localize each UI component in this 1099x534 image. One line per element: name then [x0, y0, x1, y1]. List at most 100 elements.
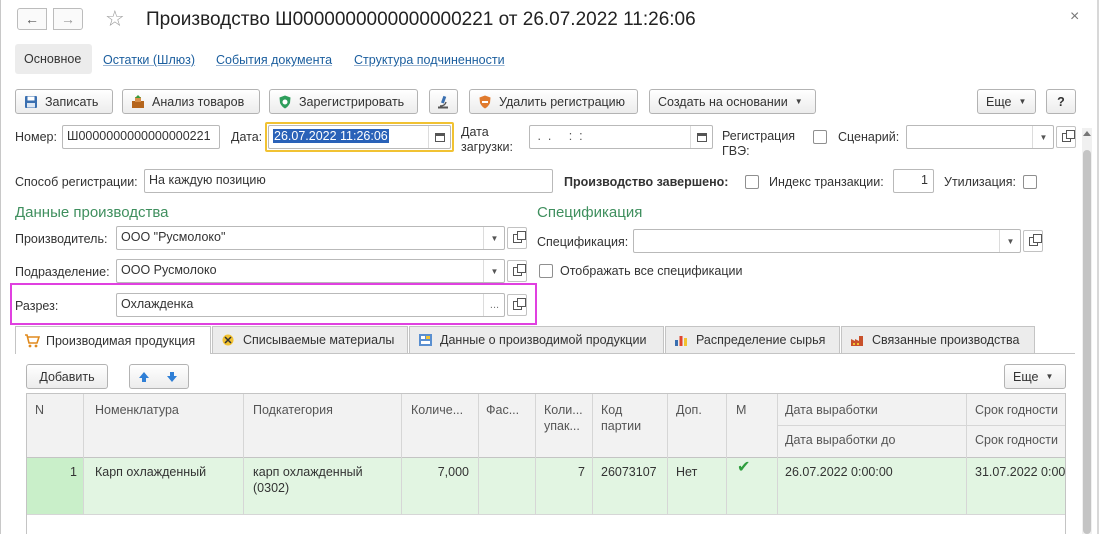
shopping-cart-icon: [24, 333, 41, 348]
col-divider: [478, 394, 479, 514]
show-all-specifications-checkbox[interactable]: [539, 264, 553, 278]
specification-field[interactable]: ▼: [633, 229, 1021, 253]
cut-field[interactable]: Охлажденка ...: [116, 293, 505, 317]
col-header-n[interactable]: N: [35, 402, 44, 418]
favorite-star-icon[interactable]: ☆: [105, 6, 125, 32]
transaction-index-field[interactable]: 1: [893, 169, 934, 193]
arrow-up-icon: [139, 372, 149, 382]
arrow-left-icon: ←: [25, 11, 39, 27]
producer-value: ООО "Русмолоко": [121, 230, 226, 244]
specification-open-button[interactable]: [1023, 230, 1043, 252]
cut-open-button[interactable]: [507, 294, 527, 316]
col-header-subcategory[interactable]: Подкатегория: [253, 402, 333, 418]
cell-subcategory-line2: (0302): [253, 481, 290, 495]
col-header-production-date-to[interactable]: Дата выработки до: [785, 432, 895, 448]
goods-analysis-icon: [131, 94, 145, 109]
more-label: Еще: [986, 94, 1012, 109]
col-header-m[interactable]: М: [736, 402, 746, 418]
tab-written-off-materials[interactable]: Списываемые материалы: [212, 326, 408, 353]
tab-related-productions[interactable]: Связанные производства: [841, 326, 1035, 353]
move-down-button[interactable]: [162, 368, 182, 386]
division-field[interactable]: ООО Русмолоко ▼: [116, 259, 505, 283]
open-form-icon: [512, 263, 526, 276]
gve-registration-label: Регистрация ГВЭ:: [722, 129, 795, 159]
tab-produced-products-data[interactable]: Данные о производимой продукции: [409, 326, 664, 353]
scenario-field[interactable]: ▼: [906, 125, 1054, 149]
tab-document-events[interactable]: События документа: [216, 52, 332, 68]
cell-qty-pack: 7: [578, 465, 585, 479]
analyze-goods-label: Анализ товаров: [152, 94, 245, 109]
chevron-down-icon[interactable]: ▼: [483, 260, 504, 282]
delete-registration-label: Удалить регистрацию: [499, 94, 626, 109]
cell-production-date: 26.07.2022 0:00:00: [785, 465, 893, 479]
cut-label: Разрез:: [15, 299, 59, 313]
col-divider: [243, 394, 244, 514]
gve-label-line1: Регистрация: [722, 129, 796, 143]
chevron-down-icon[interactable]: ▼: [483, 227, 504, 249]
shield-delete-icon: [478, 95, 492, 109]
help-button[interactable]: ?: [1046, 89, 1076, 114]
delete-registration-button[interactable]: Удалить регистрацию: [469, 89, 638, 114]
back-button[interactable]: ←: [17, 8, 47, 30]
scroll-up-arrow-icon[interactable]: [1083, 131, 1091, 136]
register-label: Зарегистрировать: [299, 94, 405, 109]
factory-icon: [850, 333, 866, 347]
tab-remains-gateway[interactable]: Остатки (Шлюз): [103, 52, 195, 68]
col-header-packing[interactable]: Фас...: [486, 402, 519, 418]
close-icon[interactable]: ×: [1070, 8, 1079, 26]
gve-registration-checkbox[interactable]: [813, 130, 827, 144]
utilization-checkbox[interactable]: [1023, 175, 1037, 189]
create-based-on-button[interactable]: Создать на основании ▼: [649, 89, 816, 114]
division-label: Подразделение:: [15, 265, 110, 279]
col-header-expiry-to[interactable]: Срок годности: [975, 432, 1058, 448]
production-finished-label: Производство завершено:: [564, 175, 729, 189]
add-row-button[interactable]: Добавить: [26, 364, 108, 389]
date-field[interactable]: 26.07.2022 11:26:06: [268, 125, 451, 149]
more-button[interactable]: Еще ▼: [977, 89, 1036, 114]
producer-open-button[interactable]: [507, 227, 527, 249]
table-more-button[interactable]: Еще ▼: [1004, 364, 1066, 389]
load-date-field[interactable]: . . : :: [529, 125, 713, 149]
scrollbar-thumb[interactable]: [1083, 150, 1091, 534]
cell-quantity: 7,000: [437, 465, 469, 479]
tab-main[interactable]: Основное: [15, 44, 92, 74]
col-header-batch-1[interactable]: Код: [601, 402, 622, 418]
register-button[interactable]: Зарегистрировать: [269, 89, 418, 114]
col-header-extra[interactable]: Доп.: [676, 402, 702, 418]
col-header-qty-pack-1[interactable]: Коли...: [544, 402, 583, 418]
move-up-button[interactable]: [134, 368, 154, 386]
chevron-down-icon[interactable]: ▼: [999, 230, 1020, 252]
col-header-quantity[interactable]: Количе...: [411, 402, 463, 418]
chevron-down-icon[interactable]: ▼: [1032, 126, 1053, 148]
load-date-label-line2: загрузки:: [461, 140, 513, 154]
tab-subordination-structure[interactable]: Структура подчиненности: [354, 52, 505, 68]
forward-button[interactable]: →: [53, 8, 83, 30]
number-field[interactable]: Ш0000000000000000221: [62, 125, 220, 149]
add-row-label: Добавить: [39, 369, 95, 384]
analyze-goods-button[interactable]: Анализ товаров: [122, 89, 260, 114]
select-ellipsis-button[interactable]: ...: [483, 294, 504, 316]
load-date-label-line1: Дата: [461, 125, 489, 139]
scenario-open-button[interactable]: [1056, 126, 1076, 148]
open-form-icon: [512, 230, 526, 243]
col-header-production-date[interactable]: Дата выработки: [785, 402, 878, 418]
production-finished-checkbox[interactable]: [745, 175, 759, 189]
col-divider: [667, 394, 668, 514]
save-button[interactable]: Записать: [15, 89, 113, 114]
registration-method-field[interactable]: На каждую позицию: [144, 169, 553, 193]
arrow-down-icon: [167, 372, 177, 382]
col-divider: [966, 394, 967, 514]
producer-field[interactable]: ООО "Русмолоко" ▼: [116, 226, 505, 250]
col-header-nomenclature[interactable]: Номенклатура: [95, 402, 179, 418]
open-form-icon: [512, 297, 526, 310]
gve-label-line2: ГВЭ:: [722, 144, 750, 158]
tab-produced-products[interactable]: Производимая продукция: [15, 326, 211, 354]
cell-expiry: 31.07.2022 0:00: [975, 465, 1066, 479]
chevron-down-icon: ▼: [1045, 372, 1054, 381]
col-header-expiry[interactable]: Срок годности: [975, 402, 1058, 418]
tab-raw-material-distribution[interactable]: Распределение сырья: [665, 326, 840, 353]
calendar-icon[interactable]: [428, 126, 450, 148]
division-open-button[interactable]: [507, 260, 527, 282]
calendar-icon[interactable]: [690, 126, 712, 148]
microscope-button[interactable]: [429, 89, 458, 114]
